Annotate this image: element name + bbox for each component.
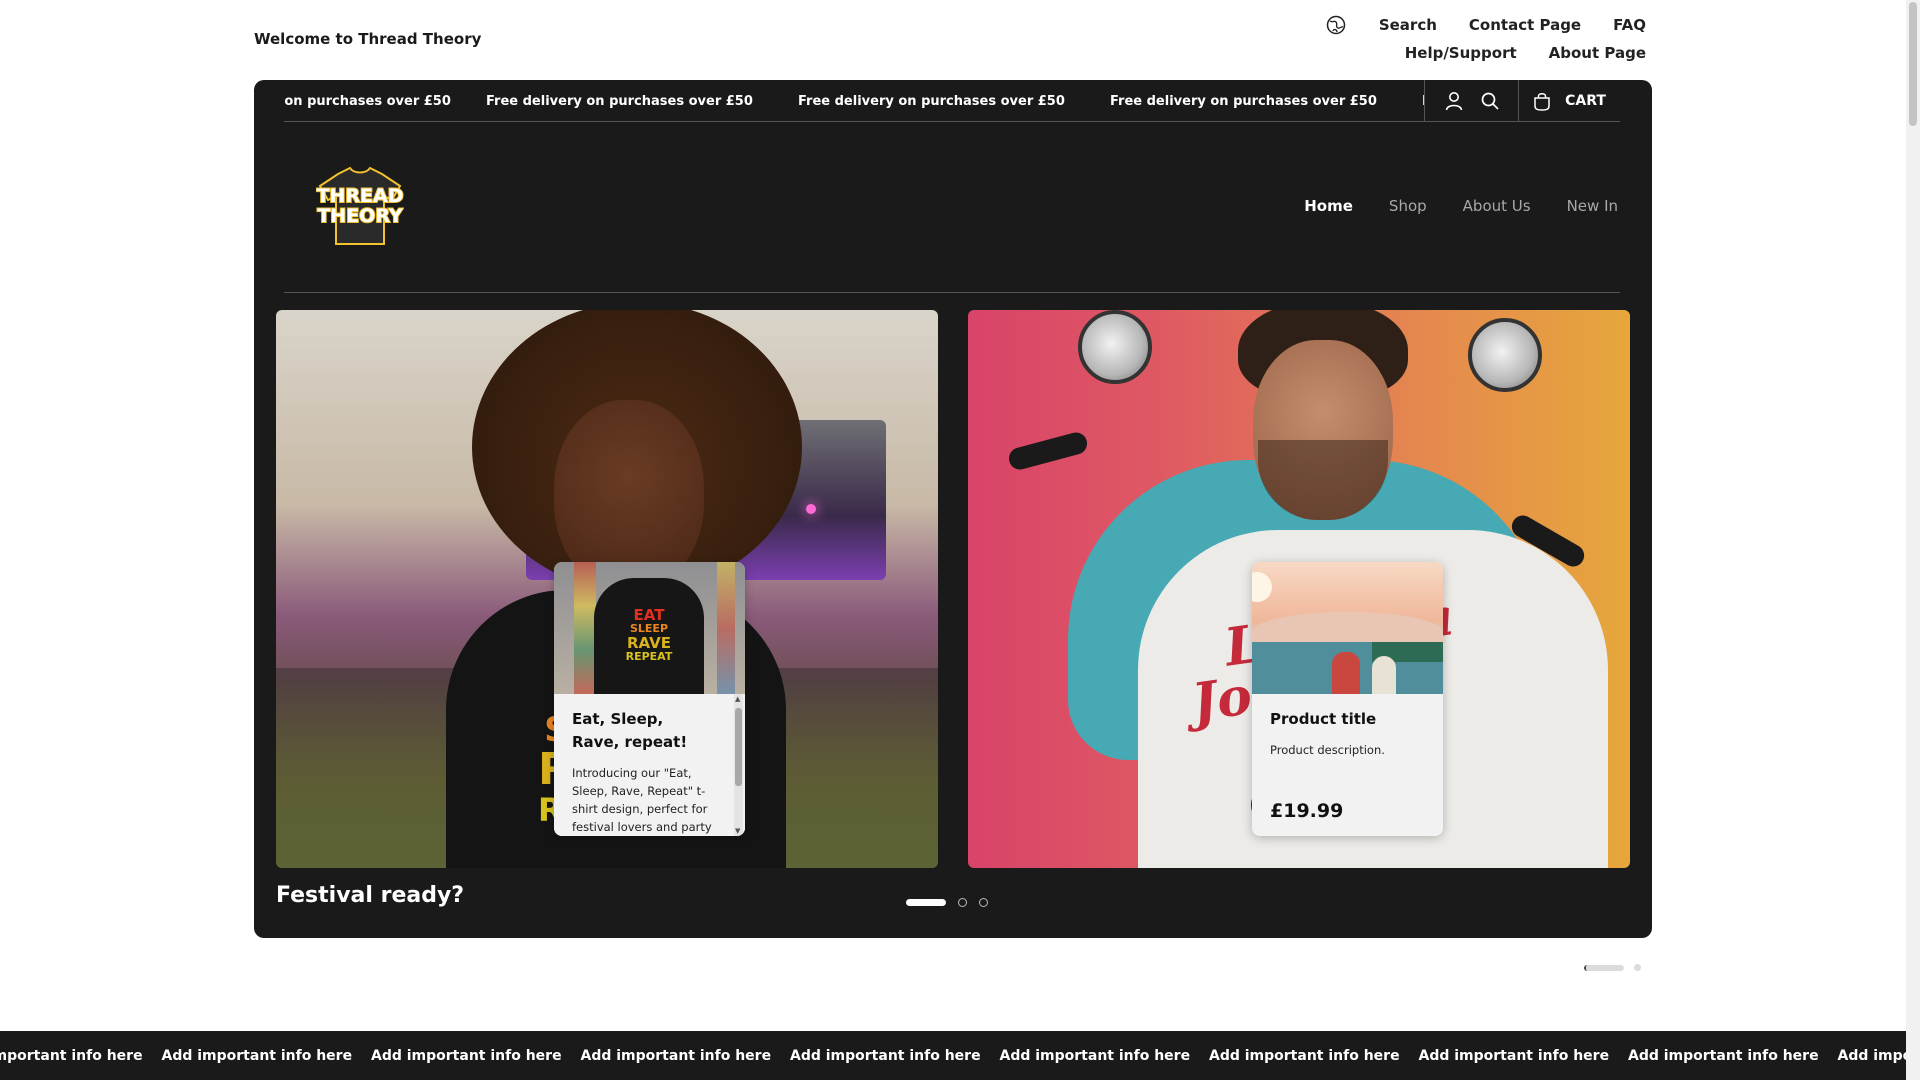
info-item: Add important info here [1209,1047,1400,1064]
utility-links-row1: Search Contact Page FAQ [1325,14,1646,36]
card-scrollbar[interactable]: ▲ ▼ [734,694,743,836]
secondary-dot-active[interactable] [1584,964,1624,971]
info-item: Add important info here [1628,1047,1819,1064]
figure-shape [1372,656,1396,694]
product-title[interactable]: Product title [1270,708,1425,731]
shelf-background [574,562,596,694]
info-marquee-bar: Add important info here Add important in… [0,1031,1906,1080]
slide-dot[interactable] [979,898,988,907]
tshirt-image-print: EAT SLEEP RAVE REPEAT [620,608,678,664]
product-price: £19.99 [1270,800,1344,822]
nav-home[interactable]: Home [1304,197,1353,215]
product-card-body: Eat, Sleep, Rave, repeat! Introducing ou… [554,694,745,836]
product-title[interactable]: Eat, Sleep, Rave, repeat! [572,708,727,754]
scroll-up-arrow-icon[interactable]: ▲ [735,695,740,703]
utility-link-help[interactable]: Help/Support [1405,44,1517,62]
sun-shape [1252,572,1272,602]
info-item: Add important info here [0,1047,143,1064]
announcement-bar: Free delivery on purchases over £50 Free… [284,80,1620,122]
scooter-mirror [1468,318,1542,392]
secondary-pagination [1584,964,1641,971]
announcement-item: Free delivery on purchases over £50 [798,93,1065,109]
thread-theory-logo[interactable]: THREAD THEORY [316,164,404,248]
utility-link-about[interactable]: About Page [1549,44,1646,62]
product-card-image[interactable]: EAT SLEEP RAVE REPEAT [554,562,745,694]
product-description: Introducing our "Eat, Sleep, Rave, Repea… [572,766,712,834]
welcome-text: Welcome to Thread Theory [254,30,482,48]
announcement-item: Free delivery on purchases over £50 [486,93,753,109]
nav-about-us[interactable]: About Us [1463,197,1531,215]
info-item: Add important info here [1837,1047,1907,1064]
info-item: Add important info here [580,1047,772,1064]
slideshow-pagination [906,898,988,907]
bag-icon [1533,91,1551,111]
scooter-mirror [1078,310,1152,384]
page-scrollbar[interactable] [1906,0,1920,1080]
icon-actions [1424,80,1518,122]
info-track: Add important info here Add important in… [0,1031,1906,1080]
nav-new-in[interactable]: New In [1567,197,1618,215]
cart-label: CART [1565,93,1606,109]
info-item: Add important info here [371,1047,562,1064]
card-scrollbar-thumb[interactable] [735,708,742,786]
product-card-body: Product title Product description. £19.9… [1252,694,1443,836]
stage-light [806,504,816,514]
nav-shop[interactable]: Shop [1389,197,1427,215]
shelf-background [717,562,735,694]
slideshow-caption: Festival ready? [276,883,465,908]
scroll-down-arrow-icon[interactable]: ▼ [735,827,740,835]
search-icon[interactable] [1481,92,1499,110]
product-card-placeholder[interactable]: Product title Product description. £19.9… [1252,562,1443,836]
info-item: Add important info here [161,1047,353,1064]
product-card-eat-sleep[interactable]: EAT SLEEP RAVE REPEAT Eat, Sleep, Rave, … [554,562,745,836]
utility-link-faq[interactable]: FAQ [1613,16,1646,34]
main-nav: Home Shop About Us New In [1304,197,1618,215]
product-card-image[interactable] [1252,562,1443,694]
logo-line2: THEORY [317,205,403,227]
slide-dot-active[interactable] [906,899,946,906]
utility-link-contact[interactable]: Contact Page [1469,16,1581,34]
utility-links-row2: Help/Support About Page [1405,44,1646,62]
tshirt-image-print-line: RAVE [627,634,671,652]
cart-button[interactable]: CART [1518,80,1620,122]
announcement-track: Free delivery on purchases over £50 Free… [284,80,1424,122]
header-actions: CART [1424,80,1620,122]
globe-icon[interactable] [1325,14,1347,36]
secondary-dot[interactable] [1634,964,1641,971]
page-scrollbar-thumb[interactable] [1909,2,1917,126]
announcement-item: Free delivery on purchases over £50 [1110,93,1377,109]
tshirt-image-print-line: EAT [633,606,665,624]
slide-dot[interactable] [958,898,967,907]
product-description: Product description. [1270,743,1385,757]
hero-section: Free delivery on purchases over £50 Free… [254,80,1652,938]
account-icon[interactable] [1445,91,1463,111]
nav-divider [284,292,1620,293]
announcement-item: Free delivery on purchases over £50 [284,93,451,109]
scooter-handle [1006,430,1090,472]
info-item: Add important info here [1418,1047,1610,1064]
info-item: Add important info here [790,1047,981,1064]
figure-shape [1332,652,1360,694]
utility-bar: Welcome to Thread Theory Search Contact … [0,0,1906,80]
logo-line1: THREAD [317,185,404,207]
announcement-marquee: Free delivery on purchases over £50 Free… [284,80,1424,122]
info-item: Add important info here [999,1047,1191,1064]
tshirt-image-print-line: REPEAT [625,650,673,663]
utility-link-search[interactable]: Search [1379,16,1437,34]
